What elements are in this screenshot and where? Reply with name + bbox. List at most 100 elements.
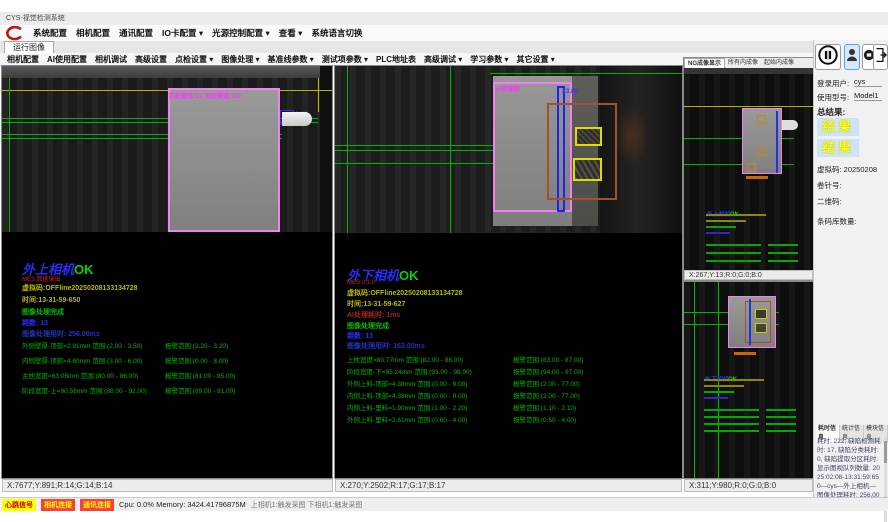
measure-left: 外侧上料-里料=2.61mm 范围:(0.60 - 4.00) (347, 417, 467, 424)
mini-text-line (706, 220, 746, 222)
barcode-bank-label: 条码库数量: (817, 216, 857, 227)
middle-camera-panel: AI检测框 23.80 外下相机OK MES:0:1:0 虚拟码:OFFline… (335, 66, 682, 478)
duration-text: 图像处理用时: 163.00ms (347, 341, 425, 351)
pause-button[interactable] (815, 44, 841, 70)
measure-right: 报警范围:(81.00 - 85.00) (165, 370, 235, 380)
right-top-image[interactable]: 外上相机OK (684, 68, 813, 270)
detected-part-region (168, 88, 280, 232)
tool-image-processing[interactable]: 图像处理 ▾ (221, 54, 259, 65)
logout-icon (874, 47, 887, 68)
result-block-1: 结果 (817, 118, 859, 136)
mini-text-line (704, 391, 734, 393)
count-text: 颗数: 13 (22, 318, 48, 328)
mini-result-title: 外上相机OK (706, 203, 739, 221)
tool-test-params[interactable]: 测试项参数 ▾ (322, 54, 368, 65)
tab-run-image[interactable]: 运行图像 (4, 41, 54, 53)
menu-item-io-config[interactable]: IO卡配置 ▾ (162, 27, 203, 39)
qr-code-label: 二维码: (817, 196, 842, 207)
mini-text-line (768, 244, 798, 246)
mini-text-line (766, 409, 796, 411)
mini-tab-all-image[interactable]: 所有内成像 (725, 58, 761, 68)
tool-camera-debug[interactable]: 相机调试 (95, 54, 127, 65)
overlay-green-top-line (490, 73, 682, 74)
menu-item-light-config[interactable]: 光源控制配置 ▾ (212, 27, 270, 39)
cpu-memory-text: Cpu: 0.0% Memory: 3424.41796875M (119, 500, 246, 509)
measure-right: 报警范围:(2.20 - 3.20) (165, 340, 228, 350)
ai-frame-label: AI检测框 (496, 84, 520, 93)
mini-orange-text (734, 352, 756, 355)
measure-left: 阶段宽度-下=95.24mm 范围:(93.00 - 98.00) (347, 369, 472, 376)
menu-item-system-config[interactable]: 系统配置 (33, 27, 67, 39)
mini-text-line (704, 397, 728, 399)
ai-time-text: AI处理耗时: 1ms (347, 310, 400, 320)
measurement-row: 外侧上料-顶部=4.38mm 范围:(0.00 - 9.00) 报警范围:(2.… (347, 378, 467, 388)
left-camera-panel: 匹配阈值:93, 动态阈值:100 3.66 外上相机OK MES:数据输出 虚… (2, 66, 332, 478)
mes-status-text: MES:0:1:0 (347, 280, 375, 286)
overlay-yellow-line (2, 90, 332, 91)
measurement-row: 内侧上料-顶部=4.38mm 范围:(0.00 - 9.00) 报警范围:(2.… (347, 390, 467, 400)
scrollbar-thumb[interactable] (884, 441, 887, 463)
menu-item-camera-config[interactable]: 相机配置 (76, 27, 110, 39)
mini-tab-start-image[interactable]: 起始内成像 (761, 58, 797, 68)
right-top-panel: NG成像显示 所有内成像 起始内成像 外上相机OK (684, 58, 813, 280)
machine-top-band (684, 68, 813, 74)
measure-left: 内侧上料-里料=1.90mm 范围:(1.00 - 2.20) (347, 405, 467, 412)
measure-left: 内侧壁厚-顶部=4.60mm 范围:(3.00 - 6.00) (22, 358, 142, 365)
model-value[interactable]: Model1 (854, 91, 882, 101)
tool-other-settings[interactable]: 其它设置 ▾ (517, 54, 555, 65)
measure-right: 报警范围:(94.00 - 97.00) (513, 366, 583, 376)
tool-learning-params[interactable]: 学习参数 ▾ (470, 54, 508, 65)
mini-text-line (704, 385, 744, 387)
measure-right: 报警范围:(2.00 - 77.00) (513, 378, 580, 388)
tool-baseline-params[interactable]: 基准线参数 ▾ (268, 54, 314, 65)
comm-connection-badge: 通讯连接 (80, 499, 114, 511)
mini-text-line (704, 430, 759, 432)
left-camera-image[interactable]: 匹配阈值:93, 动态阈值:100 3.66 (2, 66, 332, 232)
mini-tab-ng-image[interactable]: NG成像显示 (684, 58, 725, 68)
measure-right: 报警范围:(1.10 - 2.10) (513, 402, 576, 412)
tool-spot-check[interactable]: 点检设置 ▾ (175, 54, 213, 65)
mini-defect-yellow (755, 323, 767, 333)
camera-trigger-text: 上相机1:触发采图 下相机1:触发采图 (251, 500, 363, 510)
middle-camera-image[interactable]: AI检测框 23.80 (335, 66, 682, 233)
exit-button[interactable] (873, 44, 888, 70)
menu-item-comm-config[interactable]: 通讯配置 (119, 27, 153, 39)
tool-plc-table[interactable]: PLC地址表 (376, 54, 416, 65)
right-top-coords-bar: X:267;Y:13;R:0;G:0;B:0 (684, 270, 813, 280)
mini-text-line (768, 252, 798, 254)
user-icon (846, 47, 858, 68)
user-button[interactable] (844, 44, 860, 70)
mini-tab-strip: NG成像显示 所有内成像 起始内成像 (684, 58, 813, 68)
mini-text-line (704, 416, 759, 418)
menu-item-view[interactable]: 查看 ▾ (279, 27, 303, 39)
process-done-text: 图像处理完成 (22, 307, 64, 317)
mini-text-line (704, 423, 759, 425)
measurement-row: 阶段宽度-上=90.56mm 范围:(88.00 - 92.00) 报警范围:(… (22, 385, 147, 395)
tool-advanced-debug[interactable]: 高级调试 ▾ (424, 54, 462, 65)
menu-item-language[interactable]: 系统语言切换 (311, 27, 362, 39)
mini-text-line (766, 430, 796, 432)
mini-text-line (706, 260, 761, 262)
overlay-green-vline (9, 78, 10, 232)
right-bottom-image[interactable]: 外下相机OK (684, 282, 813, 478)
tool-ai-config[interactable]: AI使用配置 (47, 54, 87, 65)
barcode-text: 虚拟码:OFFline20250208133134728 (347, 288, 463, 298)
mini-text-line (706, 232, 730, 234)
mini-blue-line (749, 299, 751, 345)
app-window: CYS-视觉检测系统 系统配置 相机配置 通讯配置 IO卡配置 ▾ 光源控制配置… (0, 0, 888, 522)
measure-right: 报警范围:(0.00 - 8.00) (165, 355, 228, 365)
measure-right: 报警范围:(0.60 - 4.00) (513, 414, 576, 424)
overlay-yellow-vline (318, 78, 319, 112)
mini-orange-text (746, 176, 768, 179)
measurement-row: 上枕宽度=83.77mm 范围:(82.00 - 88.00) 报警范围:(83… (347, 354, 463, 364)
tool-camera-config[interactable]: 相机配置 (7, 54, 39, 65)
defect-box-yellow-1 (575, 127, 602, 146)
mini-mark-orange (757, 115, 766, 124)
login-user-value[interactable]: cys (854, 77, 882, 87)
time-text: 时间:13-31-59-650 (22, 295, 80, 305)
overlay-green-line-1 (335, 145, 500, 146)
machine-brown-highlight (615, 106, 649, 166)
pause-icon (817, 44, 839, 71)
machine-top-band (2, 66, 332, 78)
tool-advanced-settings[interactable]: 高级设置 (135, 54, 167, 65)
